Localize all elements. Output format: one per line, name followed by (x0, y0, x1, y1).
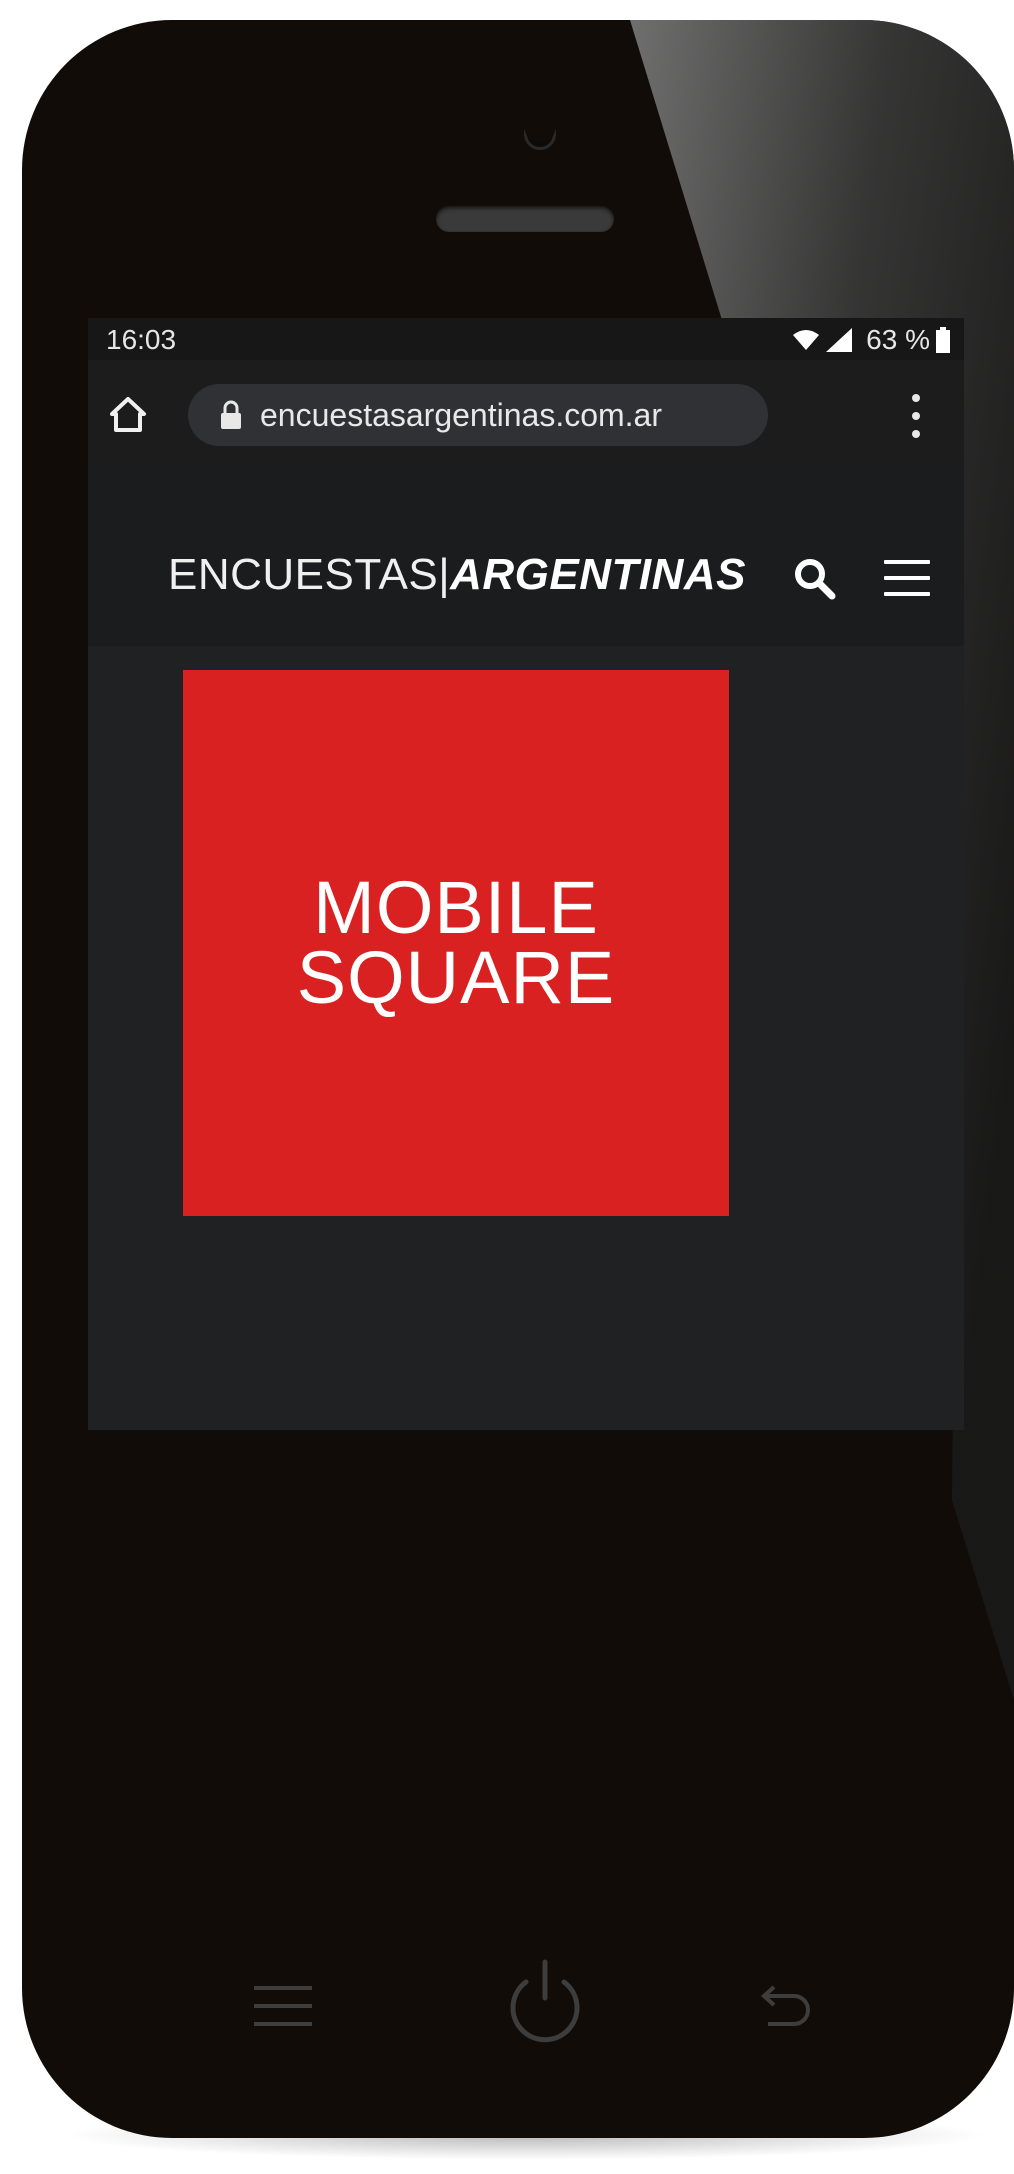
site-header: ENCUESTAS|ARGENTINAS (88, 468, 964, 646)
menu-key-icon[interactable] (254, 1986, 312, 2026)
battery-icon (936, 327, 950, 353)
url-text: encuestasargentinas.com.ar (260, 396, 662, 433)
ad-line2: SQUARE (296, 936, 616, 1019)
status-time: 16:03 (106, 324, 177, 355)
ad-label: MOBILE SQUARE (296, 866, 616, 1019)
earpiece-speaker (436, 206, 614, 232)
logo-separator: | (438, 550, 451, 599)
address-bar[interactable]: encuestasargentinas.com.ar (188, 384, 768, 446)
status-bar: 16:03 63 % (88, 318, 964, 360)
power-icon[interactable] (500, 1958, 590, 2048)
kebab-menu-icon[interactable] (912, 394, 924, 438)
wifi-icon (793, 330, 820, 350)
front-camera (524, 115, 556, 150)
search-icon[interactable] (792, 556, 838, 602)
ad-mobile-square[interactable]: MOBILE SQUARE (183, 670, 729, 1216)
signal-icon (826, 328, 853, 352)
home-icon[interactable] (108, 394, 148, 434)
ad-line1: MOBILE (313, 866, 599, 949)
status-indicators: 63 % (792, 324, 950, 356)
logo-part2: ARGENTINAS (450, 550, 747, 599)
lock-icon (221, 400, 241, 429)
back-icon[interactable] (754, 1982, 812, 2032)
battery-level: 63 % (866, 324, 930, 355)
site-logo[interactable]: ENCUESTAS|ARGENTINAS (168, 550, 746, 600)
logo-part1: ENCUESTAS (168, 550, 439, 599)
browser-toolbar: encuestasargentinas.com.ar (88, 360, 964, 468)
hamburger-menu-icon[interactable] (884, 560, 930, 596)
